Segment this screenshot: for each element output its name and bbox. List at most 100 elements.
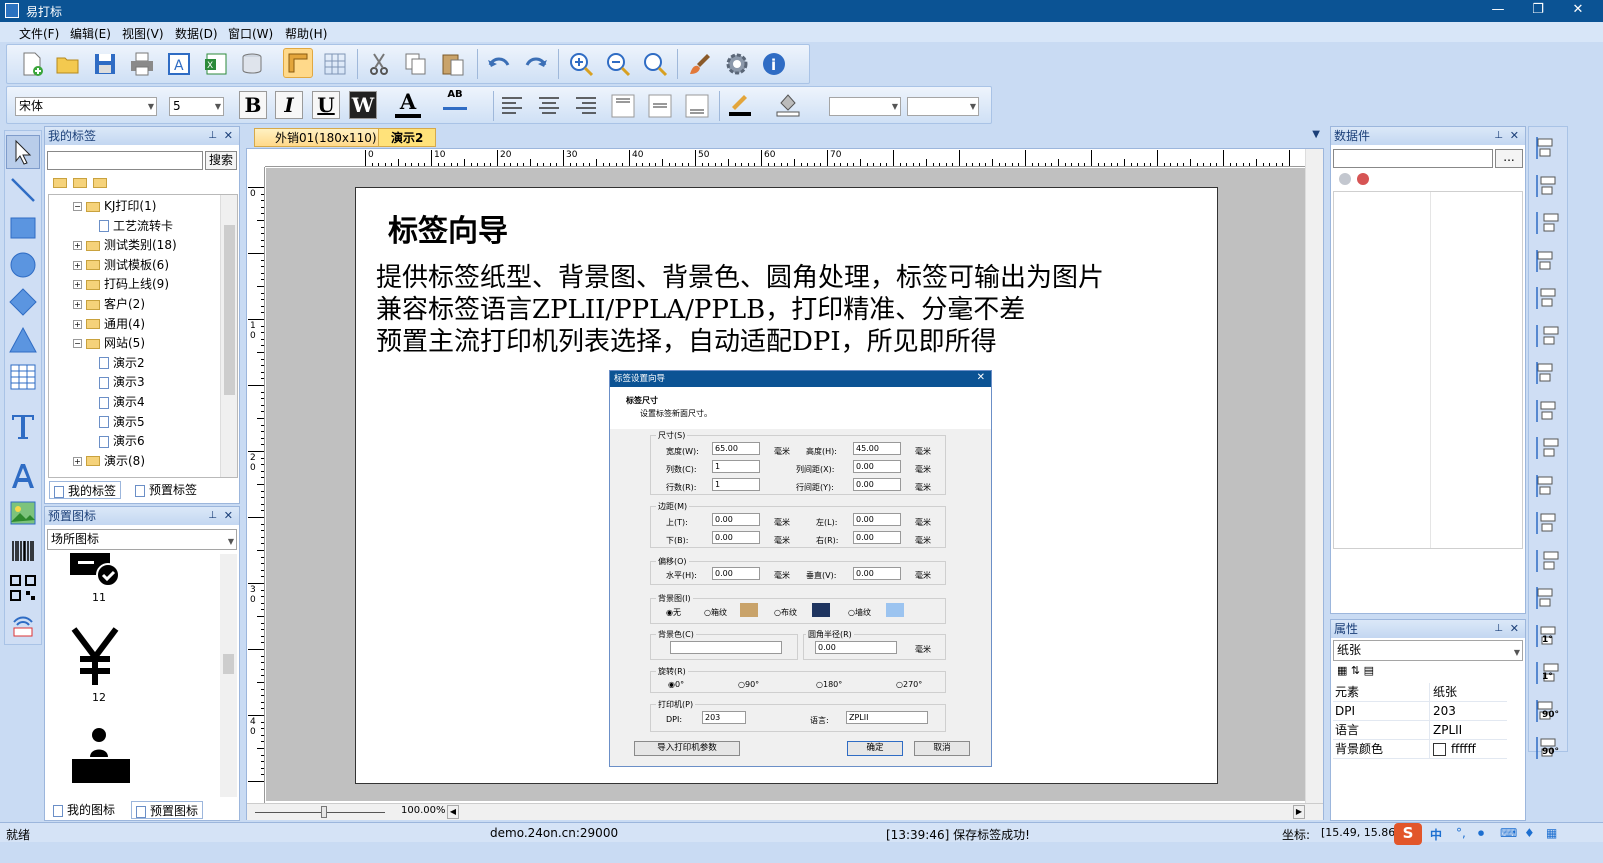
wrap-text-button[interactable]: W <box>349 91 377 119</box>
same-size-icon[interactable] <box>1533 508 1563 538</box>
align-left-icon[interactable] <box>497 91 527 121</box>
open-label-icon[interactable] <box>93 177 107 188</box>
tree-scrollbar[interactable] <box>220 195 237 477</box>
tree-node[interactable]: + 测试模板(6) <box>73 256 169 274</box>
collapse-icon[interactable]: − <box>73 339 82 349</box>
width-input[interactable]: 65.00 <box>712 442 760 455</box>
align-center-icon[interactable] <box>534 91 564 121</box>
yen-icon[interactable] <box>70 627 120 687</box>
save-icon[interactable] <box>90 49 120 79</box>
new-file-icon[interactable] <box>17 49 47 79</box>
object-select[interactable]: 纸张 ▼ <box>1333 640 1523 661</box>
keyboard-icon[interactable]: ⌨ <box>1500 826 1517 840</box>
font-size-select[interactable]: 5 ▼ <box>169 97 224 116</box>
property-row[interactable]: 元素 纸张 <box>1333 683 1507 702</box>
browse-button[interactable]: ... <box>1495 149 1523 168</box>
microphone-icon[interactable]: ⏺ <box>1478 826 1484 841</box>
ime-mode[interactable]: 中 <box>1430 826 1442 843</box>
image-tool-icon[interactable] <box>6 496 40 530</box>
scroll-left-icon[interactable]: ◀ <box>447 805 459 819</box>
canvas-vscrollbar[interactable] <box>1305 149 1323 803</box>
valign-top-icon[interactable] <box>608 91 638 121</box>
line-tool-icon[interactable] <box>6 173 40 207</box>
pin-icon[interactable]: ⊥ <box>208 507 217 525</box>
pointer-tool-icon[interactable] <box>6 135 40 169</box>
line-style-select[interactable]: ▼ <box>907 97 979 116</box>
menu-data[interactable]: 数据(D) <box>175 25 218 42</box>
rows-input[interactable]: 1 <box>712 478 760 491</box>
tab-preset-icons[interactable]: 预置图标 <box>131 801 204 819</box>
underline-button[interactable]: U <box>312 91 340 119</box>
expand-icon[interactable]: + <box>73 280 82 290</box>
redo-icon[interactable] <box>521 49 551 79</box>
ruler-icon[interactable] <box>283 48 313 78</box>
print-preview-icon[interactable]: A <box>164 49 194 79</box>
zoom-in-icon[interactable] <box>566 49 596 79</box>
pin-icon[interactable]: ⊥ <box>1494 127 1503 145</box>
zoom-slider-thumb[interactable] <box>321 806 327 818</box>
ime-punct-icon[interactable]: °, <box>1456 826 1466 840</box>
close-button[interactable]: ✕ <box>1558 0 1598 22</box>
grid-icon[interactable] <box>320 49 350 79</box>
tree-node[interactable]: + 通用(4) <box>73 315 145 333</box>
dpi-input[interactable]: 203 <box>702 711 746 724</box>
qrcode-tool-icon[interactable] <box>6 571 40 605</box>
categorized-icon[interactable]: ▦ <box>1337 664 1347 677</box>
lang-select[interactable]: ZPLII <box>846 711 928 724</box>
tab-doc-demo2[interactable]: 演示2 <box>378 128 437 147</box>
close-panel-icon[interactable]: ✕ <box>224 507 233 525</box>
label-search-input[interactable] <box>47 151 203 170</box>
settings-gear-icon[interactable] <box>722 49 752 79</box>
same-width-icon[interactable] <box>1533 433 1563 463</box>
menu-window[interactable]: 窗口(W) <box>228 25 273 42</box>
rotate-90[interactable]: ○90° <box>738 680 759 689</box>
sort-az-icon[interactable]: ⇅ <box>1351 664 1360 677</box>
rectangle-tool-icon[interactable] <box>6 211 40 245</box>
property-value[interactable]: 纸张 <box>1433 683 1457 702</box>
barcode-tool-icon[interactable] <box>6 534 40 568</box>
radius-input[interactable]: 0.00 <box>815 641 897 654</box>
line-color-icon[interactable] <box>725 89 755 119</box>
info-icon[interactable]: i <box>759 49 789 79</box>
tree-node[interactable]: − KJ打印(1) <box>73 197 156 215</box>
art-text-tool-icon[interactable] <box>6 459 40 493</box>
tree-node[interactable]: 演示3 <box>99 373 145 391</box>
pin-icon[interactable]: ⊥ <box>208 127 217 145</box>
ellipse-tool-icon[interactable] <box>6 248 40 282</box>
fill-color-icon[interactable] <box>773 89 803 119</box>
cancel-button[interactable]: 取消 <box>914 741 970 756</box>
close-panel-icon[interactable]: ✕ <box>1510 127 1519 145</box>
add-label-icon[interactable] <box>73 177 87 188</box>
property-value[interactable]: ZPLII <box>1433 721 1462 740</box>
valign-middle-icon[interactable] <box>645 91 675 121</box>
close-panel-icon[interactable]: ✕ <box>224 127 233 145</box>
label-heading[interactable]: 标签向导 <box>388 206 508 250</box>
left-input[interactable]: 0.00 <box>853 513 901 526</box>
property-value[interactable]: 203 <box>1433 702 1456 721</box>
rotate-right-90-icon[interactable]: 90° <box>1533 733 1563 763</box>
minimize-button[interactable]: — <box>1478 0 1518 22</box>
distribute-horizontal-icon[interactable] <box>1533 358 1563 388</box>
text-tool-icon[interactable] <box>6 409 40 443</box>
line-width-select[interactable]: ▼ <box>829 97 901 116</box>
expand-icon[interactable]: + <box>73 456 82 466</box>
tab-my-labels[interactable]: 我的标签 <box>49 481 122 499</box>
zoom-slider[interactable] <box>255 812 385 813</box>
pin-icon[interactable]: ⊥ <box>1494 620 1503 638</box>
property-value[interactable]: ffffff <box>1451 740 1476 759</box>
tree-node[interactable]: + 打码上线(9) <box>73 275 169 293</box>
tab-doc-export[interactable]: 外销01(180x110) <box>254 128 386 147</box>
add-data-icon[interactable] <box>1339 173 1351 185</box>
align-bottom-edge-icon[interactable] <box>1533 321 1563 351</box>
tab-preset-labels[interactable]: 预置标签 <box>131 481 201 499</box>
service-desk-icon[interactable] <box>70 727 132 789</box>
rotate-left-90-icon[interactable]: 90° <box>1533 696 1563 726</box>
data-source-input[interactable] <box>1333 149 1493 168</box>
cols-input[interactable]: 1 <box>712 460 760 473</box>
tree-node[interactable]: 工艺流转卡 <box>99 217 173 235</box>
distribute-vertical-icon[interactable] <box>1533 396 1563 426</box>
tree-node[interactable]: 演示4 <box>99 393 145 411</box>
brush-icon[interactable] <box>685 49 715 79</box>
bring-front-icon[interactable] <box>1533 546 1563 576</box>
property-row[interactable]: DPI 203 <box>1333 702 1507 721</box>
